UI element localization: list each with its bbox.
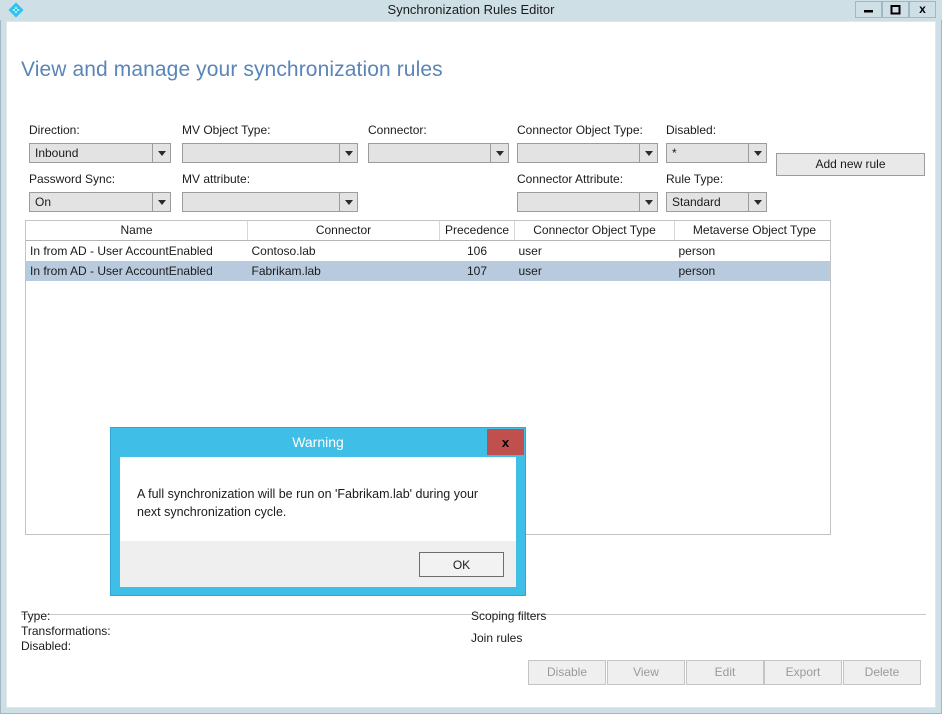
chevron-down-icon[interactable] xyxy=(339,193,357,211)
chevron-down-icon[interactable] xyxy=(748,144,766,162)
connector-object-type-value xyxy=(518,144,639,162)
connector-object-type-label: Connector Object Type: xyxy=(517,123,643,137)
page-title: View and manage your synchronization rul… xyxy=(21,58,443,81)
cell-connector-object-type: user xyxy=(518,243,542,258)
connector-label: Connector: xyxy=(368,123,427,137)
window-title: Synchronization Rules Editor xyxy=(387,2,555,17)
rule-type-dropdown[interactable]: Standard xyxy=(666,192,767,212)
mv-object-type-dropdown[interactable] xyxy=(182,143,358,163)
column-header-precedence[interactable]: Precedence xyxy=(439,221,515,241)
client-area: View and manage your synchronization rul… xyxy=(6,21,936,708)
detail-scoping-filters-label: Scoping filters xyxy=(471,609,547,623)
cell-connector: Contoso.lab xyxy=(251,243,316,258)
chevron-down-icon[interactable] xyxy=(339,144,357,162)
password-sync-value: On xyxy=(35,195,52,209)
column-header-name[interactable]: Name xyxy=(26,221,248,241)
maximize-button[interactable] xyxy=(882,1,909,18)
dialog-footer: OK xyxy=(120,541,516,587)
detail-join-rules-label: Join rules xyxy=(471,631,523,645)
chevron-down-icon[interactable] xyxy=(639,193,657,211)
connector-attribute-dropdown[interactable] xyxy=(517,192,658,212)
column-header-metaverse-object-type[interactable]: Metaverse Object Type xyxy=(674,221,830,241)
export-button[interactable]: Export xyxy=(764,660,842,685)
rule-type-label: Rule Type: xyxy=(666,172,724,186)
chevron-down-icon[interactable] xyxy=(639,144,657,162)
disable-button[interactable]: Disable xyxy=(528,660,606,685)
connector-object-type-dropdown[interactable] xyxy=(517,143,658,163)
table-row[interactable]: In from AD - User AccountEnabled Fabrika… xyxy=(26,261,830,281)
mv-object-type-value xyxy=(183,144,339,162)
window-titlebar[interactable]: Synchronization Rules Editor x xyxy=(0,0,942,20)
minimize-icon xyxy=(864,10,873,13)
connector-attribute-value xyxy=(518,193,639,211)
cell-name: In from AD - User AccountEnabled xyxy=(30,243,213,258)
disabled-filter-value: * xyxy=(672,146,677,160)
column-header-connector[interactable]: Connector xyxy=(247,221,440,241)
dialog-close-button[interactable]: x xyxy=(487,429,524,455)
cell-precedence: 107 xyxy=(439,261,515,281)
table-row[interactable]: In from AD - User AccountEnabled Contoso… xyxy=(26,241,830,262)
disabled-filter-label: Disabled: xyxy=(666,123,717,137)
direction-dropdown[interactable]: Inbound xyxy=(29,143,171,163)
direction-label: Direction: xyxy=(29,123,80,137)
app-window: Synchronization Rules Editor x View and … xyxy=(0,0,942,714)
cell-connector-object-type: user xyxy=(514,261,675,281)
dialog-title: Warning xyxy=(292,434,344,450)
minimize-button[interactable] xyxy=(855,1,882,18)
disabled-filter-dropdown[interactable]: * xyxy=(666,143,767,163)
cell-connector: Fabrikam.lab xyxy=(247,261,440,281)
password-sync-label: Password Sync: xyxy=(29,172,116,186)
table-header-row: Name Connector Precedence Connector Obje… xyxy=(26,221,830,241)
chevron-down-icon[interactable] xyxy=(490,144,508,162)
detail-disabled-label: Disabled: xyxy=(21,639,72,653)
connector-dropdown[interactable] xyxy=(368,143,509,163)
mv-attribute-dropdown[interactable] xyxy=(182,192,358,212)
close-button[interactable]: x xyxy=(909,1,936,18)
edit-button[interactable]: Edit xyxy=(686,660,764,685)
mv-object-type-label: MV Object Type: xyxy=(182,123,271,137)
detail-type-label: Type: xyxy=(21,609,51,623)
password-sync-dropdown[interactable]: On xyxy=(29,192,171,212)
connector-attribute-label: Connector Attribute: xyxy=(517,172,624,186)
dialog-message: A full synchronization will be run on 'F… xyxy=(137,487,479,519)
cell-metaverse-object-type: person xyxy=(674,261,830,281)
window-controls: x xyxy=(855,1,936,18)
view-button[interactable]: View xyxy=(607,660,685,685)
mv-attribute-value xyxy=(183,193,339,211)
warning-dialog: Warning x A full synchronization will be… xyxy=(110,427,526,596)
detail-transformations-label: Transformations: xyxy=(21,624,111,638)
direction-value: Inbound xyxy=(35,146,79,160)
maximize-icon xyxy=(890,5,901,15)
dialog-ok-button[interactable]: OK xyxy=(419,552,504,577)
dialog-titlebar[interactable]: Warning x xyxy=(111,428,525,457)
column-header-connector-object-type[interactable]: Connector Object Type xyxy=(514,221,675,241)
rule-type-value: Standard xyxy=(672,195,721,209)
chevron-down-icon[interactable] xyxy=(152,193,170,211)
mv-attribute-label: MV attribute: xyxy=(182,172,251,186)
cell-metaverse-object-type: person xyxy=(678,243,716,258)
chevron-down-icon[interactable] xyxy=(152,144,170,162)
delete-button[interactable]: Delete xyxy=(843,660,921,685)
table-body: In from AD - User AccountEnabled Contoso… xyxy=(26,241,830,281)
connector-value xyxy=(369,144,490,162)
cell-precedence: 106 xyxy=(466,243,488,258)
cell-name: In from AD - User AccountEnabled xyxy=(26,261,248,281)
add-new-rule-button[interactable]: Add new rule xyxy=(776,153,925,176)
chevron-down-icon[interactable] xyxy=(748,193,766,211)
dialog-body: A full synchronization will be run on 'F… xyxy=(120,457,516,541)
